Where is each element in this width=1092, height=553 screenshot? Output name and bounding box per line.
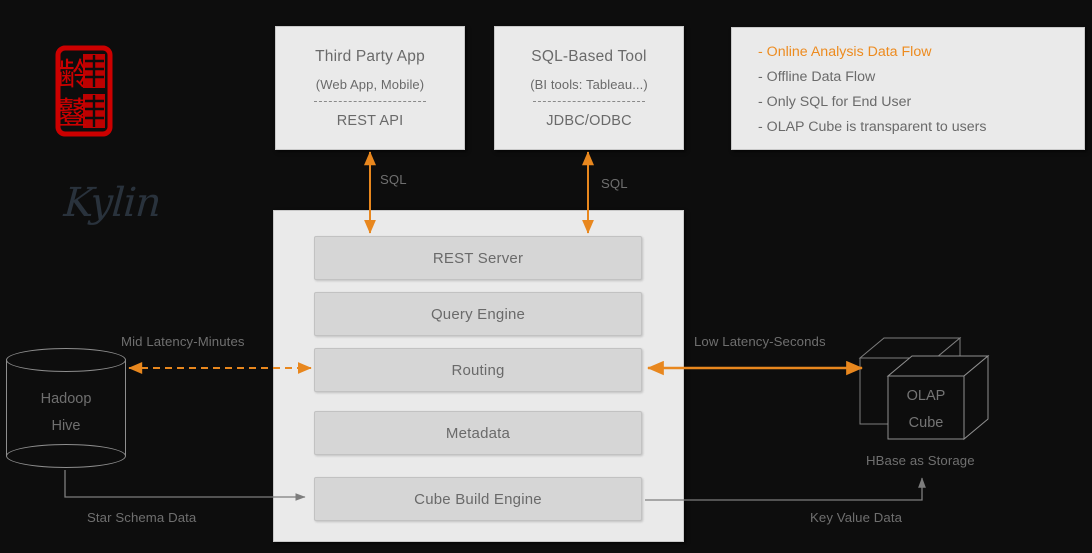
sql-based-tool-title: SQL-Based Tool xyxy=(531,47,647,65)
legend-item-online-analysis: - Online Analysis Data Flow xyxy=(758,44,932,60)
divider xyxy=(533,100,645,102)
cylinder-top xyxy=(6,348,126,372)
divider xyxy=(314,100,426,102)
key-value-label: Key Value Data xyxy=(810,510,903,525)
sql-based-tool-box: SQL-Based Tool (BI tools: Tableau...) JD… xyxy=(494,26,684,150)
diagram-canvas: 齢 鼟 Kylin Third Party App (Web App, Mobi… xyxy=(0,0,1092,553)
kylin-brand: 齢 鼟 Kylin xyxy=(38,38,162,243)
olap-cube-svg: OLAP Cube xyxy=(858,336,990,441)
hadoop-label: Hadoop xyxy=(40,391,92,407)
core-row-metadata[interactable]: Metadata xyxy=(314,411,642,455)
hive-label: Hive xyxy=(51,418,81,434)
core-row-routing[interactable]: Routing xyxy=(314,348,642,392)
core-row-query-engine[interactable]: Query Engine xyxy=(314,292,642,336)
olap-cube-group: OLAP Cube xyxy=(856,336,996,446)
legend-item-olap-transparent: - OLAP Cube is transparent to users xyxy=(758,119,987,135)
sql-label-right: SQL xyxy=(601,176,628,191)
hbase-storage-label: HBase as Storage xyxy=(866,453,975,468)
cube-label: Cube xyxy=(909,415,944,431)
hadoop-hive-cylinder: Hadoop Hive xyxy=(6,348,126,468)
sql-based-tool-subtitle: (BI tools: Tableau...) xyxy=(530,76,648,92)
key-value-connector xyxy=(645,477,926,501)
mid-latency-label: Mid Latency-Minutes xyxy=(121,334,245,349)
low-latency-label: Low Latency-Seconds xyxy=(694,334,826,349)
kylin-core-panel: REST Server Query Engine Routing Metadat… xyxy=(273,210,684,542)
sql-label-left: SQL xyxy=(380,172,407,187)
star-schema-label: Star Schema Data xyxy=(87,510,197,525)
olap-label: OLAP xyxy=(907,388,946,404)
legend-box: - Online Analysis Data Flow - Offline Da… xyxy=(731,27,1085,150)
hadoop-hive-label: Hadoop Hive xyxy=(6,386,126,440)
third-party-app-protocol: REST API xyxy=(336,112,404,129)
third-party-app-box: Third Party App (Web App, Mobile) REST A… xyxy=(275,26,465,150)
sql-based-tool-protocol: JDBC/ODBC xyxy=(546,112,632,129)
third-party-app-subtitle: (Web App, Mobile) xyxy=(315,76,425,92)
legend-item-offline-data: - Offline Data Flow xyxy=(758,69,876,85)
core-row-cube-build-engine[interactable]: Cube Build Engine xyxy=(314,477,642,521)
cylinder-bottom xyxy=(6,444,126,468)
star-schema-connector xyxy=(64,470,306,501)
third-party-app-title: Third Party App xyxy=(315,47,425,65)
legend-item-only-sql: - Only SQL for End User xyxy=(758,94,912,110)
kylin-wordmark: Kylin xyxy=(62,180,162,226)
core-row-rest-server[interactable]: REST Server xyxy=(314,236,642,280)
